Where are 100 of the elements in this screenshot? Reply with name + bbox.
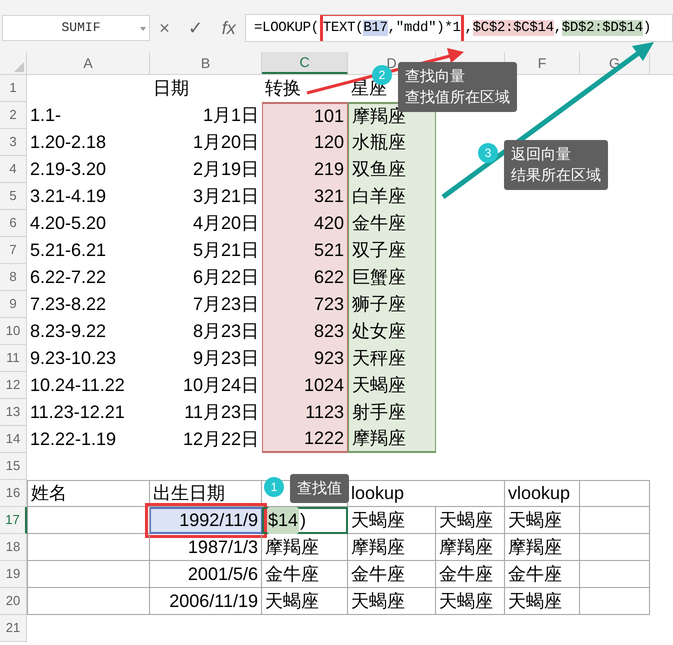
table-cell: 姓名 bbox=[27, 480, 150, 507]
column-header[interactable]: A bbox=[27, 52, 150, 74]
table-cell: lookup bbox=[348, 480, 505, 507]
table-cell-text: 4月20日 bbox=[192, 212, 260, 235]
table-cell-text: 10月24日 bbox=[182, 374, 260, 397]
table-cell: 狮子座 bbox=[348, 291, 436, 318]
row-header[interactable]: 13 bbox=[0, 399, 27, 426]
table-cell-text: 8月23日 bbox=[192, 320, 260, 343]
table-cell: 摩羯座 bbox=[505, 534, 580, 561]
table-cell-text: 11.23-12.21 bbox=[29, 401, 126, 424]
row-header[interactable]: 1 bbox=[0, 75, 27, 102]
callout-text: 返回向量 bbox=[511, 145, 572, 165]
table-cell: 双鱼座 bbox=[348, 156, 436, 183]
table-cell-text: 日期 bbox=[152, 77, 190, 100]
callout-text: 结果所在区域 bbox=[511, 166, 601, 186]
row-header[interactable]: 16 bbox=[0, 480, 27, 507]
row-header[interactable]: 15 bbox=[0, 453, 27, 480]
table-cell-text: 1.1- bbox=[29, 104, 62, 127]
step-badge-tooltip: 3 bbox=[478, 143, 498, 163]
table-cell-text: 2.19-3.20 bbox=[29, 158, 108, 181]
table-cell-text: 1.20-2.18 bbox=[29, 131, 108, 154]
table-cell bbox=[580, 588, 650, 615]
row-header[interactable]: 8 bbox=[0, 264, 27, 291]
table-cell-text: 9月23日 bbox=[192, 347, 260, 370]
row-header[interactable]: 6 bbox=[0, 210, 27, 237]
row-header[interactable]: 21 bbox=[0, 615, 27, 642]
table-cell: 摩羯座 bbox=[348, 426, 436, 453]
table-cell-text: 3月21日 bbox=[192, 185, 260, 208]
table-cell-text: 1月1日 bbox=[202, 104, 260, 127]
table-cell-text: 2月19日 bbox=[192, 158, 260, 181]
table-cell-text: 6月22日 bbox=[192, 266, 260, 289]
table-cell bbox=[580, 507, 650, 534]
table-cell: 823 bbox=[262, 318, 348, 345]
table-cell: 摩羯座 bbox=[436, 534, 505, 561]
row-header[interactable]: 14 bbox=[0, 426, 27, 453]
table-cell-text: 6.22-7.22 bbox=[29, 266, 108, 289]
row-header[interactable]: 12 bbox=[0, 372, 27, 399]
name-box-text: SUMIF bbox=[60, 19, 102, 38]
table-cell: 射手座 bbox=[348, 399, 436, 426]
row-header[interactable]: 20 bbox=[0, 588, 27, 615]
table-cell-text: 12.22-1.19 bbox=[29, 428, 118, 451]
table-cell: vlookup bbox=[505, 480, 580, 507]
column-header[interactable]: C bbox=[262, 52, 348, 74]
table-cell: 处女座 bbox=[348, 318, 436, 345]
table-cell: 巨蟹座 bbox=[348, 264, 436, 291]
table-cell: 天蝎座 bbox=[348, 372, 436, 399]
table-cell: 金牛座 bbox=[348, 210, 436, 237]
table-cell-text: 9.23-10.23 bbox=[29, 347, 118, 370]
table-cell-text: 转换 bbox=[264, 77, 302, 100]
table-cell-text: 7月23日 bbox=[192, 293, 260, 316]
table-cell bbox=[580, 480, 650, 507]
row-header[interactable]: 9 bbox=[0, 291, 27, 318]
row-header[interactable]: 5 bbox=[0, 183, 27, 210]
row-header[interactable]: 11 bbox=[0, 345, 27, 372]
table-cell: 金牛座 bbox=[436, 561, 505, 588]
table-cell: 219 bbox=[262, 156, 348, 183]
table-cell: $14) bbox=[262, 507, 348, 534]
formula-text: =LOOKUP( TEXT(B17,"mdd")*1 ,$C$2:$C$14,$D$2:$D$14) bbox=[254, 18, 651, 38]
row-header[interactable]: 18 bbox=[0, 534, 27, 561]
table-cell: 金牛座 bbox=[262, 561, 348, 588]
table-cell: 622 bbox=[262, 264, 348, 291]
insert-function-button[interactable]: fx bbox=[220, 14, 238, 42]
table-cell: 1987/1/3 bbox=[150, 534, 262, 561]
row-header[interactable]: 19 bbox=[0, 561, 27, 588]
table-cell-text: 7.23-8.22 bbox=[29, 293, 108, 316]
table-cell: 1123 bbox=[262, 399, 348, 426]
row-header[interactable]: 3 bbox=[0, 129, 27, 156]
select-all-icon[interactable] bbox=[14, 62, 24, 72]
table-cell: 天蝎座 bbox=[262, 588, 348, 615]
row-header[interactable]: 2 bbox=[0, 102, 27, 129]
table-cell bbox=[580, 534, 650, 561]
table-cell-text: 5月21日 bbox=[192, 239, 260, 262]
table-cell-text: 3.21-4.19 bbox=[29, 185, 108, 208]
table-cell: 521 bbox=[262, 237, 348, 264]
table-cell: 2001/5/6 bbox=[150, 561, 262, 588]
row-header[interactable]: 17 bbox=[0, 507, 27, 534]
formula-field[interactable]: =LOOKUP( TEXT(B17,"mdd")*1 ,$C$2:$C$14,$D$2:$D$14) bbox=[245, 14, 673, 42]
cancel-button[interactable]: × bbox=[157, 14, 172, 42]
table-cell-text: 1月20日 bbox=[192, 131, 260, 154]
row-header[interactable]: 7 bbox=[0, 237, 27, 264]
table-cell: 天蝎座 bbox=[348, 507, 436, 534]
table-cell: 摩羯座 bbox=[348, 534, 436, 561]
table-cell: 天秤座 bbox=[348, 345, 436, 372]
confirm-button[interactable]: ✓ bbox=[186, 14, 206, 42]
table-cell-text: 4.20-5.20 bbox=[29, 212, 108, 235]
table-cell: 923 bbox=[262, 345, 348, 372]
table-cell: 1024 bbox=[262, 372, 348, 399]
table-cell-text: 11月23日 bbox=[183, 401, 260, 424]
row-header[interactable]: 4 bbox=[0, 156, 27, 183]
table-cell: 101 bbox=[262, 102, 348, 129]
table-cell: 天蝎座 bbox=[436, 507, 505, 534]
table-cell-text: 8.23-9.22 bbox=[29, 320, 108, 343]
table-cell: 420 bbox=[262, 210, 348, 237]
row-header[interactable]: 10 bbox=[0, 318, 27, 345]
table-cell: 723 bbox=[262, 291, 348, 318]
name-box[interactable]: SUMIF bbox=[2, 15, 150, 41]
table-cell: 金牛座 bbox=[505, 561, 580, 588]
table-cell: 2006/11/19 bbox=[150, 588, 262, 615]
table-cell: 天蝎座 bbox=[436, 588, 505, 615]
table-cell: 白羊座 bbox=[348, 183, 436, 210]
